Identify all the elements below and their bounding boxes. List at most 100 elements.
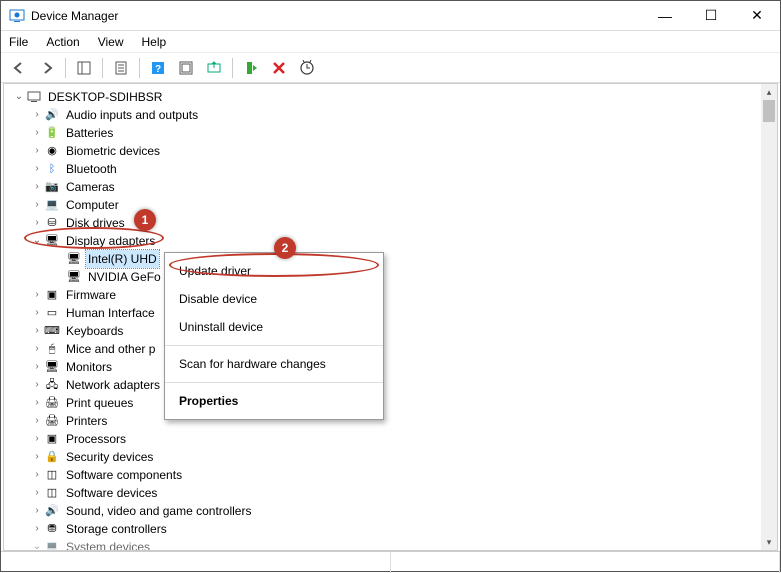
chevron-down-icon[interactable]: ⌄: [30, 538, 44, 551]
chevron-right-icon[interactable]: ›: [30, 412, 44, 430]
chevron-right-icon[interactable]: ›: [30, 124, 44, 142]
statusbar-pane: [1, 552, 391, 573]
show-hide-button[interactable]: [72, 56, 96, 80]
ctx-disable-device[interactable]: Disable device: [165, 285, 383, 313]
chevron-right-icon[interactable]: ›: [30, 160, 44, 178]
tree-item-print-queues[interactable]: ›🖨Print queues: [8, 394, 777, 412]
scroll-down-icon[interactable]: ▾: [761, 534, 777, 550]
chevron-right-icon[interactable]: ›: [30, 142, 44, 160]
tree-item-intel-uhd[interactable]: ·🖥Intel(R) UHD: [8, 250, 777, 268]
chevron-right-icon[interactable]: ›: [30, 484, 44, 502]
tree-item-software-devices[interactable]: ›◫Software devices: [8, 484, 777, 502]
chevron-right-icon[interactable]: ›: [30, 448, 44, 466]
network-icon: 🖧: [44, 377, 60, 393]
toolbar-separator: [139, 58, 140, 78]
ctx-separator: [165, 382, 383, 383]
tree-item-firmware[interactable]: ›▣Firmware: [8, 286, 777, 304]
uninstall-button[interactable]: [267, 56, 291, 80]
chevron-right-icon[interactable]: ›: [30, 466, 44, 484]
chevron-right-icon[interactable]: ›: [30, 340, 44, 358]
scan-button[interactable]: [174, 56, 198, 80]
scroll-up-icon[interactable]: ▴: [761, 84, 777, 100]
chevron-right-icon[interactable]: ›: [30, 358, 44, 376]
forward-button[interactable]: [35, 56, 59, 80]
context-menu: Update driver Disable device Uninstall d…: [164, 252, 384, 420]
update-driver-button[interactable]: [202, 56, 226, 80]
maximize-button[interactable]: ☐: [688, 1, 734, 31]
chevron-right-icon[interactable]: ›: [30, 430, 44, 448]
ctx-uninstall-device[interactable]: Uninstall device: [165, 313, 383, 341]
chevron-right-icon[interactable]: ›: [30, 394, 44, 412]
tree-root[interactable]: ⌄ DESKTOP-SDIHBSR: [8, 88, 777, 106]
tree-item-bluetooth[interactable]: ›ᛒBluetooth: [8, 160, 777, 178]
tree-item-biometric[interactable]: ›◉Biometric devices: [8, 142, 777, 160]
tree-item-computer[interactable]: ›💻Computer: [8, 196, 777, 214]
display-icon: 🖥: [66, 269, 82, 285]
fingerprint-icon: ◉: [44, 143, 60, 159]
root-label: DESKTOP-SDIHBSR: [46, 88, 164, 106]
camera-icon: 📷: [44, 179, 60, 195]
ctx-properties[interactable]: Properties: [165, 387, 383, 415]
tree-item-system[interactable]: ⌄💻System devices: [8, 538, 777, 551]
tree-item-storage[interactable]: ›⛃Storage controllers: [8, 520, 777, 538]
chevron-right-icon[interactable]: ›: [30, 196, 44, 214]
scan-hardware-button[interactable]: [295, 56, 319, 80]
hid-icon: ▭: [44, 305, 60, 321]
close-button[interactable]: ✕: [734, 1, 780, 31]
chevron-right-icon[interactable]: ›: [30, 502, 44, 520]
svg-text:?: ?: [155, 64, 161, 75]
menubar: File Action View Help: [1, 31, 780, 53]
minimize-button[interactable]: —: [642, 1, 688, 31]
chevron-right-icon[interactable]: ›: [30, 178, 44, 196]
app-icon: [9, 8, 25, 24]
ctx-separator: [165, 345, 383, 346]
tree-item-hid[interactable]: ›▭Human Interface: [8, 304, 777, 322]
chevron-right-icon[interactable]: ›: [30, 322, 44, 340]
software-icon: ◫: [44, 467, 60, 483]
tree-item-cameras[interactable]: ›📷Cameras: [8, 178, 777, 196]
tree-item-audio[interactable]: ›🔊Audio inputs and outputs: [8, 106, 777, 124]
chevron-right-icon[interactable]: ›: [30, 304, 44, 322]
computer-icon: 💻: [44, 197, 60, 213]
storage-icon: ⛃: [44, 521, 60, 537]
scrollbar[interactable]: ▴ ▾: [761, 84, 777, 550]
tree-item-nvidia[interactable]: ·🖥NVIDIA GeFo: [8, 268, 777, 286]
ctx-scan-hardware[interactable]: Scan for hardware changes: [165, 350, 383, 378]
toolbar: ?: [1, 53, 780, 83]
monitor-icon: 🖥: [44, 359, 60, 375]
back-button[interactable]: [7, 56, 31, 80]
annotation-oval-2: [169, 253, 379, 277]
scrollbar-thumb[interactable]: [763, 100, 775, 122]
security-icon: 🔒: [44, 449, 60, 465]
help-button[interactable]: ?: [146, 56, 170, 80]
toolbar-separator: [65, 58, 66, 78]
tree-item-software-components[interactable]: ›◫Software components: [8, 466, 777, 484]
mouse-icon: 🖱: [44, 341, 60, 357]
window-title: Device Manager: [31, 9, 118, 23]
device-tree: ⌄ DESKTOP-SDIHBSR ›🔊Audio inputs and out…: [4, 84, 777, 551]
tree-item-keyboards[interactable]: ›⌨Keyboards: [8, 322, 777, 340]
tree-item-batteries[interactable]: ›🔋Batteries: [8, 124, 777, 142]
menu-action[interactable]: Action: [46, 35, 79, 49]
tree-item-monitors[interactable]: ›🖥Monitors: [8, 358, 777, 376]
properties-button[interactable]: [109, 56, 133, 80]
computer-icon: [26, 89, 42, 105]
chevron-right-icon[interactable]: ›: [30, 106, 44, 124]
statusbar-pane: [391, 552, 781, 573]
cpu-icon: ▣: [44, 431, 60, 447]
tree-item-security[interactable]: ›🔒Security devices: [8, 448, 777, 466]
tree-item-printers[interactable]: ›🖨Printers: [8, 412, 777, 430]
tree-item-mice[interactable]: ›🖱Mice and other p: [8, 340, 777, 358]
menu-help[interactable]: Help: [142, 35, 167, 49]
chevron-right-icon[interactable]: ›: [30, 214, 44, 232]
tree-item-processors[interactable]: ›▣Processors: [8, 430, 777, 448]
chevron-down-icon[interactable]: ⌄: [12, 88, 26, 106]
tree-item-network[interactable]: ›🖧Network adapters: [8, 376, 777, 394]
menu-file[interactable]: File: [9, 35, 28, 49]
chevron-right-icon[interactable]: ›: [30, 376, 44, 394]
tree-item-sound[interactable]: ›🔊Sound, video and game controllers: [8, 502, 777, 520]
chevron-right-icon[interactable]: ›: [30, 286, 44, 304]
enable-button[interactable]: [239, 56, 263, 80]
chevron-right-icon[interactable]: ›: [30, 520, 44, 538]
menu-view[interactable]: View: [98, 35, 124, 49]
